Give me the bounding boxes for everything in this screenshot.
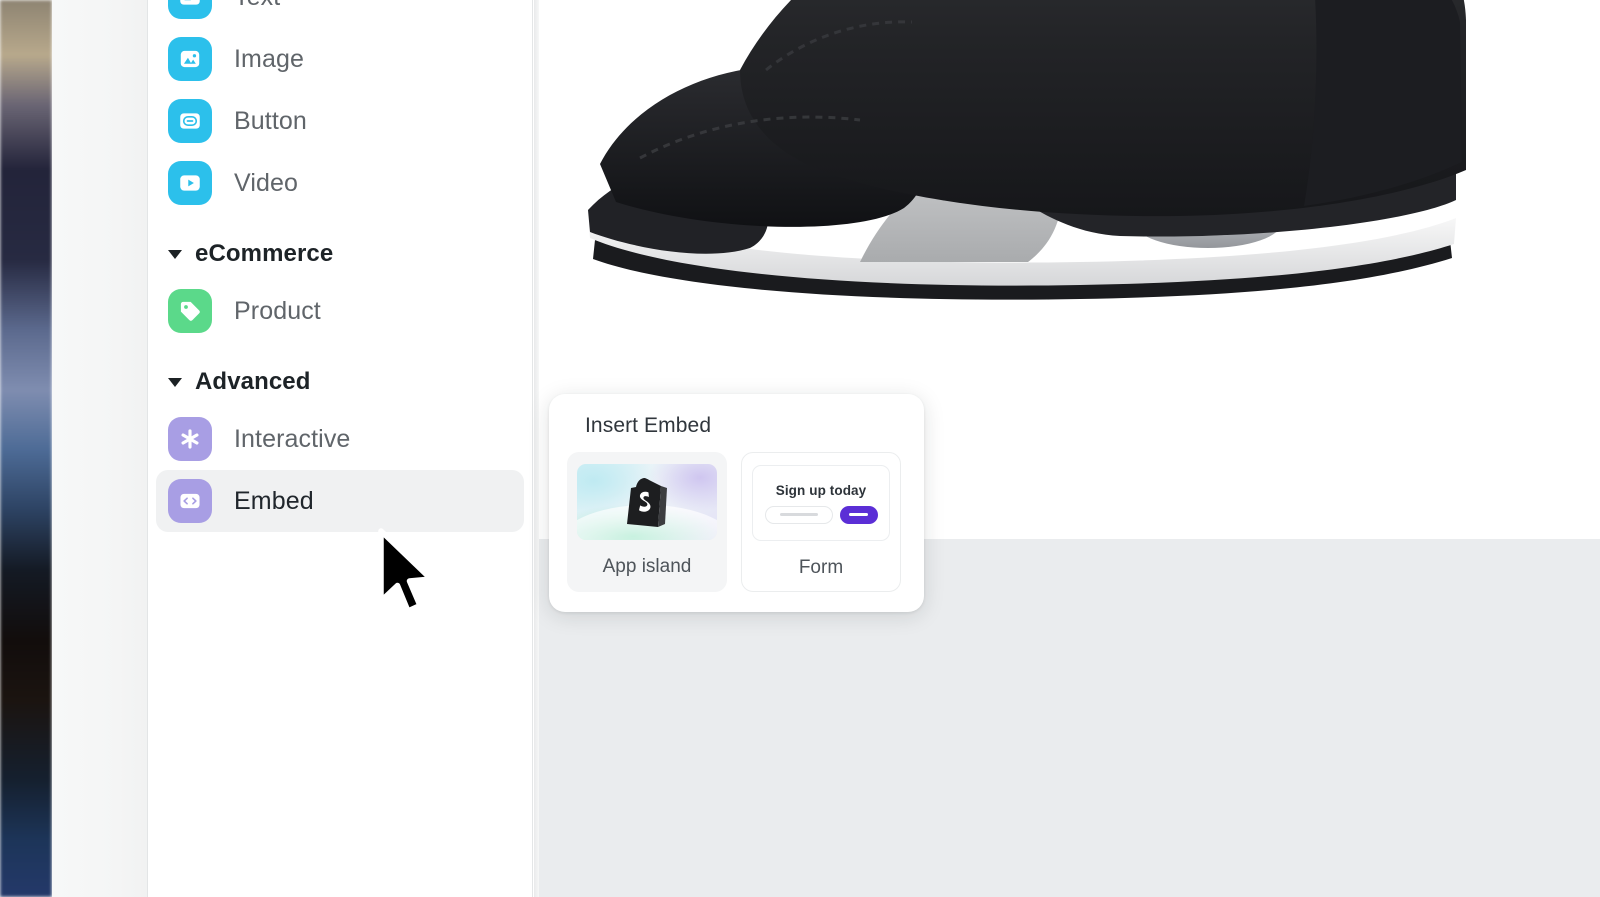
sidebar-item-text[interactable]: Text [156,0,524,28]
text-block-icon [168,0,212,19]
secondary-panel [52,0,148,897]
blocks-list: Text Image [148,0,532,532]
app-island-thumbnail [577,464,717,540]
sidebar-item-label: Product [234,296,321,325]
sidebar-group-label: Advanced [195,368,311,395]
sidebar-item-product[interactable]: Product [156,280,524,342]
submit-label-line [849,513,868,516]
caret-down-icon [168,377,182,387]
form-thumbnail-submit-button [839,505,878,524]
embed-option-label: App island [602,556,692,577]
sidebar-item-label: Image [234,44,304,73]
sidebar-item-image[interactable]: Image [156,28,524,90]
sidebar-item-button[interactable]: Button [156,90,524,152]
desktop-wallpaper [0,0,52,897]
sidebar-item-label: Interactive [234,424,351,453]
shopify-bag-icon [620,472,674,533]
product-sneaker-image [560,0,1480,330]
sidebar-item-embed[interactable]: Embed [156,470,524,532]
image-block-icon [168,37,212,81]
sidebar-item-label: Text [234,0,280,12]
embed-option-label: Form [798,557,844,578]
form-thumbnail-heading: Sign up today [775,482,867,498]
popover-title: Insert Embed [585,414,712,437]
form-thumbnail: Sign up today [752,465,890,541]
sidebar-item-label: Embed [234,486,314,515]
video-block-icon [168,161,212,205]
embed-option-form[interactable]: Sign up today Form [741,452,901,592]
insert-embed-popover: Insert Embed App island Sign up today Fo… [549,394,924,612]
sidebar-group-ecommerce[interactable]: eCommerce [156,228,524,280]
interactive-asterisk-icon [168,417,212,461]
sidebar-group-label: eCommerce [195,240,334,267]
form-thumbnail-input [764,505,833,524]
sidebar-group-advanced[interactable]: Advanced [156,356,524,408]
sidebar-item-interactive[interactable]: Interactive [156,408,524,470]
embed-option-app-island[interactable]: App island [567,452,727,592]
sidebar-item-label: Video [234,168,298,197]
product-tag-icon [168,289,212,333]
caret-down-icon [168,249,182,259]
input-placeholder-line [779,513,818,516]
embed-options-grid: App island Sign up today Form [567,452,906,592]
sidebar-item-video[interactable]: Video [156,152,524,214]
form-thumbnail-row [764,505,878,524]
blocks-sidebar: Text Image [148,0,533,897]
sidebar-item-label: Button [234,106,307,135]
button-block-icon [168,99,212,143]
app-screen: Text Image [0,0,1600,897]
embed-code-icon [168,479,212,523]
